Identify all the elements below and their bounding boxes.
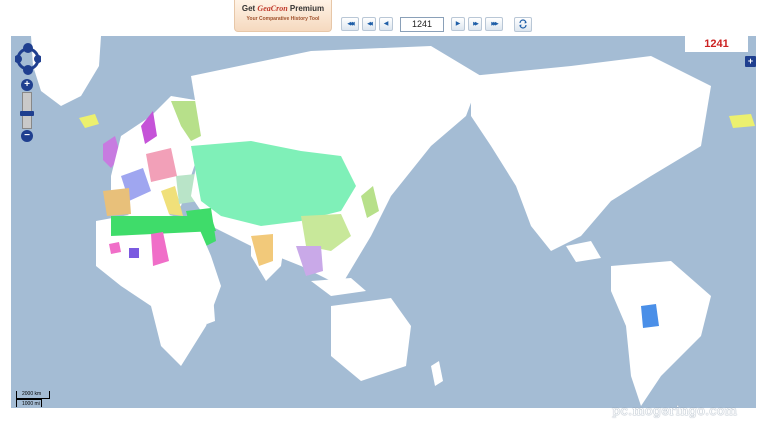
world-map-canvas[interactable]	[11, 36, 756, 417]
watermark-text: pc.mogeringo.com	[612, 404, 738, 419]
inca-region	[641, 304, 659, 328]
fast-forward-icon: ▶▶	[473, 20, 479, 27]
fast-rewind-icon: ◀◀	[367, 20, 373, 27]
rewind-to-start-icon: ◀◀◀	[347, 20, 354, 27]
fast-back-button[interactable]: ◀◀	[362, 17, 376, 31]
promo-subtitle: Your Comparative History Tool	[246, 16, 320, 22]
step-forward-icon: ▶	[455, 21, 461, 27]
step-back-button[interactable]: ◀	[379, 17, 393, 31]
step-forward-button[interactable]: ▶	[451, 17, 465, 31]
geacron-page: Get GeaCron Premium Your Comparative His…	[0, 0, 768, 431]
map-scale: 2000 km 1000 mi	[16, 391, 56, 411]
step-back-icon: ◀	[383, 21, 389, 27]
zoom-in-button[interactable]: +	[21, 79, 33, 91]
brand-logo: GeaCron	[257, 4, 288, 13]
current-year-display: 1241	[685, 36, 748, 52]
first-year-button[interactable]: ◀◀◀	[341, 17, 359, 31]
fast-forward-button[interactable]: ▶▶	[468, 17, 482, 31]
scale-km: 2000 km	[16, 391, 50, 399]
scale-mi: 1000 mi	[16, 399, 42, 407]
refresh-button[interactable]	[514, 16, 532, 32]
layer-switcher-button[interactable]: +	[745, 56, 756, 67]
iberia-region	[103, 188, 131, 216]
year-input[interactable]: 1241	[400, 16, 444, 32]
world-map[interactable]	[11, 36, 756, 417]
kanem-region	[129, 248, 139, 258]
ghana-region	[109, 242, 121, 254]
promo-title: Get GeaCron Premium	[241, 4, 325, 13]
pan-control[interactable]	[15, 42, 41, 76]
refresh-icon	[519, 19, 527, 29]
iceland-right-landmass	[729, 114, 755, 128]
last-year-button[interactable]: ▶▶▶	[485, 17, 503, 31]
premium-promo-banner[interactable]: Get GeaCron Premium Your Comparative His…	[234, 0, 332, 32]
zoom-slider-handle[interactable]	[20, 111, 34, 116]
zoom-out-button[interactable]: −	[21, 130, 33, 142]
forward-to-end-icon: ▶▶▶	[491, 20, 498, 27]
year-navigation-toolbar: ◀◀◀ ◀◀ ◀ 1241 ▶ ▶▶ ▶▶▶	[341, 15, 532, 33]
